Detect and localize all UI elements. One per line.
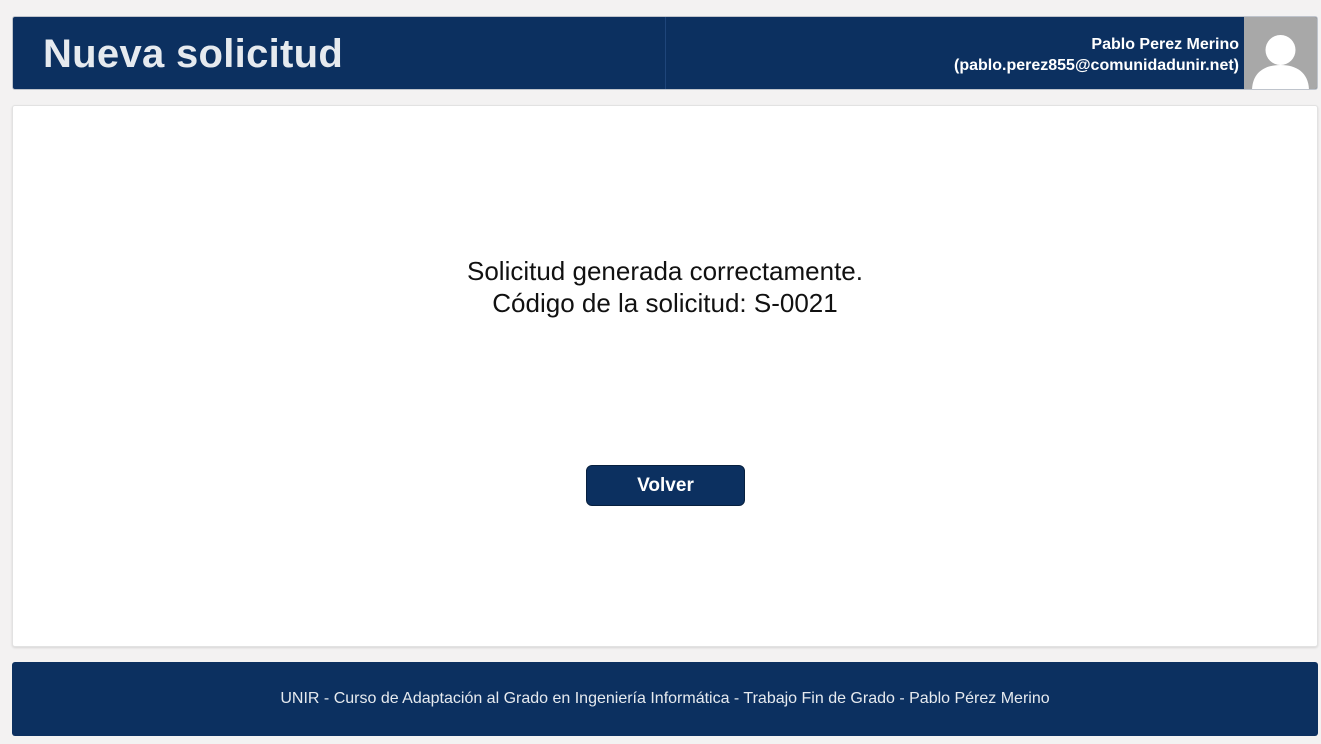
avatar[interactable] <box>1244 17 1317 89</box>
success-message: Solicitud generada correctamente. <box>466 256 863 286</box>
main-content-card: Solicitud generada correctamente. Código… <box>12 105 1318 647</box>
footer-text: UNIR - Curso de Adaptación al Grado en I… <box>280 690 1050 707</box>
back-button[interactable]: Volver <box>586 465 745 506</box>
user-silhouette-icon <box>1252 35 1309 89</box>
request-code-message: Código de la solicitud: S-0021 <box>492 288 838 318</box>
page-title: Nueva solicitud <box>43 32 344 76</box>
user-name: Pablo Perez Merino <box>1091 36 1239 53</box>
header-divider <box>665 17 666 89</box>
app-header: Nueva solicitud Pablo Perez Merino (pabl… <box>12 16 1318 90</box>
app-footer: UNIR - Curso de Adaptación al Grado en I… <box>12 662 1318 736</box>
user-email: (pablo.perez855@comunidadunir.net) <box>954 57 1239 74</box>
user-info: Pablo Perez Merino (pablo.perez855@comun… <box>954 34 1239 76</box>
